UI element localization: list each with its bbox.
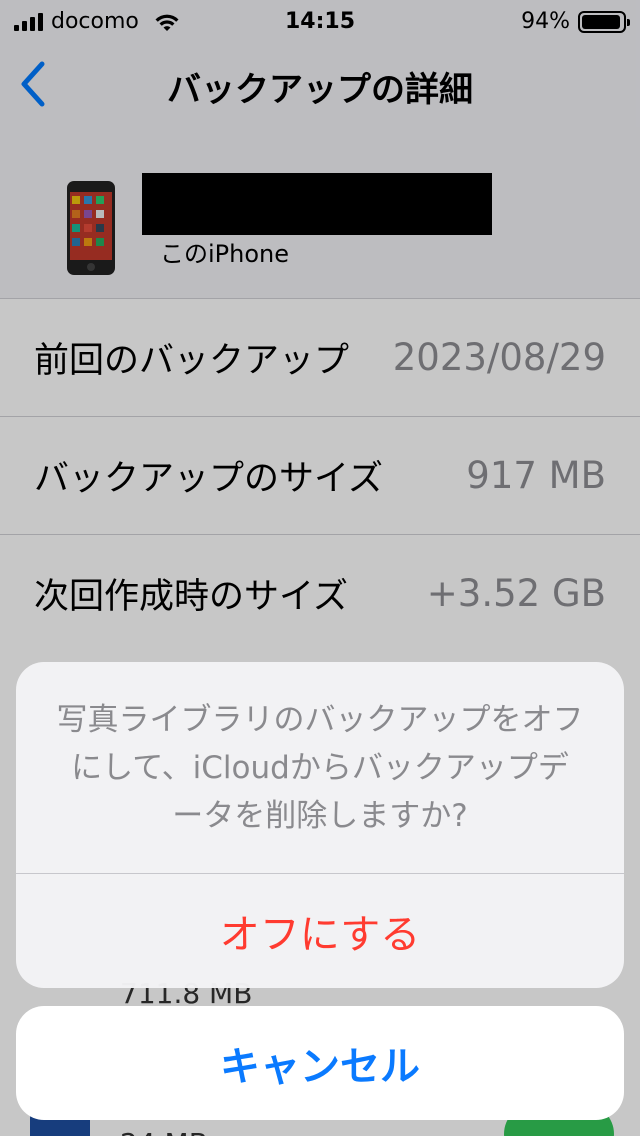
- action-sheet-message: 写真ライブラリのバックアップをオフにして、iCloudからバックアップデータを削…: [16, 662, 624, 874]
- turn-off-button[interactable]: オフにする: [16, 874, 624, 988]
- action-sheet: 写真ライブラリのバックアップをオフにして、iCloudからバックアップデータを削…: [16, 662, 624, 988]
- cancel-button[interactable]: キャンセル: [16, 1006, 624, 1120]
